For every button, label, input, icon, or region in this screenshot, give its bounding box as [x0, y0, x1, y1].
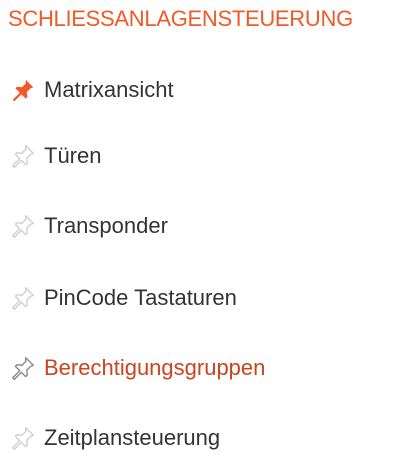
- menu-item-label: Transponder: [44, 213, 168, 238]
- menu-item-tueren[interactable]: Türen: [10, 138, 101, 174]
- menu-item-transponder[interactable]: Transponder: [10, 208, 168, 244]
- section-title: SCHLIESSANLAGENSTEUERUNG: [8, 6, 353, 31]
- pin-icon[interactable]: [10, 213, 36, 239]
- pin-icon[interactable]: [10, 77, 36, 103]
- pin-icon[interactable]: [10, 285, 36, 311]
- pin-icon[interactable]: [10, 425, 36, 451]
- menu-item-label: Matrixansicht: [44, 77, 174, 102]
- navigation-panel: SCHLIESSANLAGENSTEUERUNG Matrixansicht T…: [0, 0, 409, 454]
- menu-item-matrixansicht[interactable]: Matrixansicht: [10, 72, 174, 108]
- menu-item-berechtigungsgruppen[interactable]: Berechtigungsgruppen: [10, 350, 265, 386]
- menu-item-label: Berechtigungsgruppen: [44, 355, 266, 380]
- menu-item-label: PinCode Tastaturen: [44, 285, 237, 310]
- menu-item-pincode-tastaturen[interactable]: PinCode Tastaturen: [10, 280, 237, 316]
- pin-icon[interactable]: [10, 355, 36, 381]
- pin-icon[interactable]: [10, 143, 36, 169]
- menu-item-label: Zeitplansteuerung: [44, 425, 221, 450]
- menu-item-zeitplansteuerung[interactable]: Zeitplansteuerung: [10, 420, 220, 454]
- menu-item-label: Türen: [44, 143, 102, 168]
